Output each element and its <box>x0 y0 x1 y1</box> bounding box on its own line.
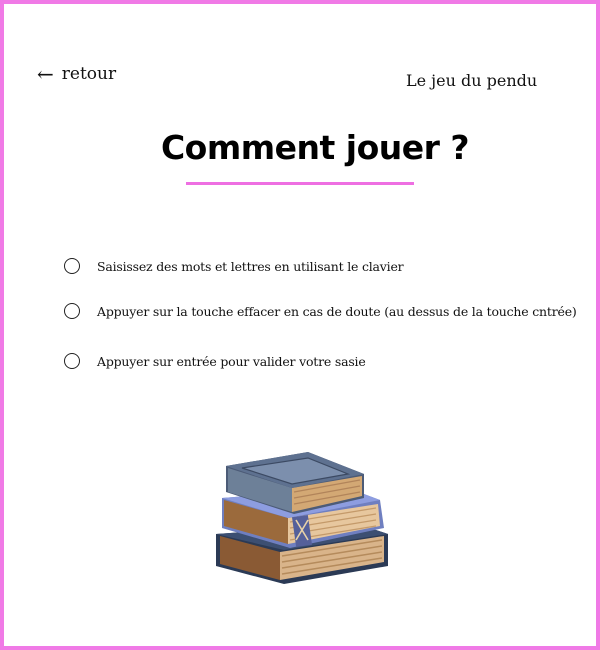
rule-text: Appuyer sur entrée pour valider votre sa… <box>97 353 366 369</box>
page-title: Comment jouer ? <box>160 128 470 167</box>
back-link-label: retour <box>61 64 117 84</box>
site-title: Le jeu du pendu <box>406 71 538 90</box>
radio-button[interactable] <box>64 258 80 274</box>
rule-text: Appuyer sur la touche effacer en cas de … <box>97 303 577 319</box>
rule-item: Appuyer sur la touche effacer en cas de … <box>64 303 577 319</box>
radio-button[interactable] <box>64 303 80 319</box>
rule-item: Saisissez des mots et lettres en utilisa… <box>64 258 404 274</box>
back-link[interactable]: ← retour <box>37 64 116 84</box>
rule-item: Appuyer sur entrée pour valider votre sa… <box>64 353 366 369</box>
title-underline <box>186 182 414 185</box>
radio-button[interactable] <box>64 353 80 369</box>
books-stack-icon <box>216 452 388 584</box>
rule-text: Saisissez des mots et lettres en utilisa… <box>97 258 404 274</box>
arrow-left-icon: ← <box>37 62 54 86</box>
